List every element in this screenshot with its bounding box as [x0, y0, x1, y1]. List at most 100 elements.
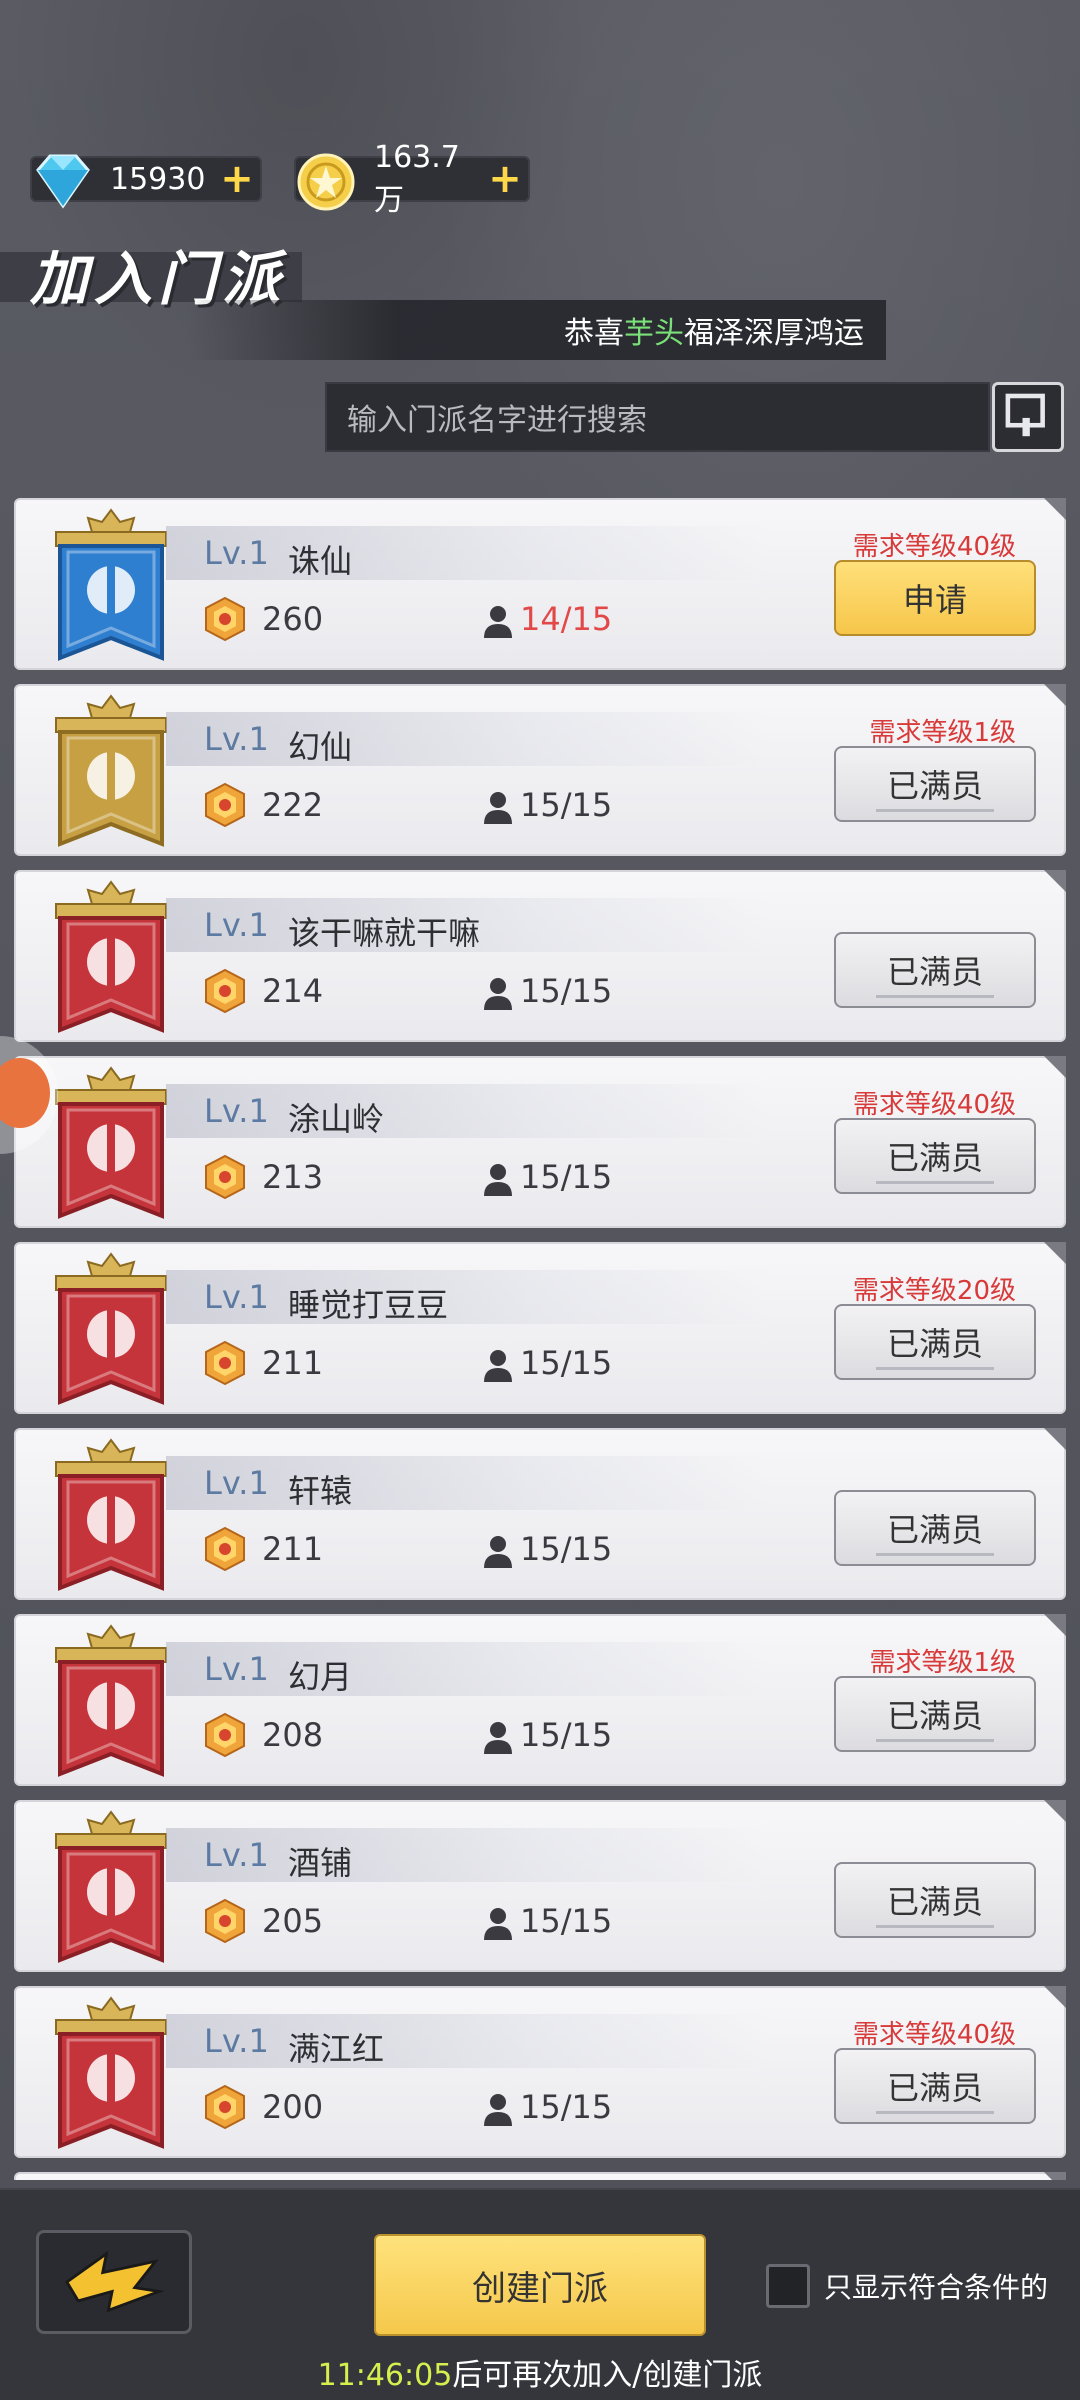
guild-name: 该干嘛就干嘛 — [288, 914, 481, 952]
guild-members: 15/15 — [520, 786, 613, 824]
guild-name: 幻月 — [288, 1658, 353, 1696]
full-button[interactable]: 已满员 — [834, 1676, 1036, 1752]
full-button[interactable]: 已满员 — [834, 1862, 1036, 1938]
diamond-pill: 15930 + — [30, 154, 262, 209]
member-icon — [484, 1164, 512, 1196]
full-button[interactable]: 已满员 — [834, 746, 1036, 822]
guild-row[interactable]: Lv.1 幻月 208 15/15 需求等级1级 已满员 — [14, 1614, 1066, 1786]
filter-checkbox[interactable] — [766, 2264, 810, 2308]
guild-level: Lv.1 — [204, 1836, 269, 1874]
full-button[interactable]: 已满员 — [834, 1304, 1036, 1380]
guild-emblem-icon — [55, 1438, 167, 1591]
power-badge-icon — [205, 1154, 245, 1200]
guild-level: Lv.1 — [204, 1278, 269, 1316]
cooldown-notice: 11:46:05后可再次加入/创建门派 — [0, 2350, 1080, 2394]
guild-emblem-icon — [55, 1996, 167, 2149]
filter-label: 只显示符合条件的 — [824, 2271, 1049, 2304]
member-icon — [484, 1722, 512, 1754]
guild-row[interactable]: Lv.1 酒铺 205 15/15 已满员 — [14, 1800, 1066, 1972]
coin-amount: 163.7万 — [374, 139, 460, 218]
full-button[interactable]: 已满员 — [834, 932, 1036, 1008]
guild-row[interactable]: Lv.1 该干嘛就干嘛 214 15/15 已满员 — [14, 870, 1066, 1042]
guild-members: 15/15 — [520, 1530, 613, 1568]
guild-emblem-icon — [55, 1810, 167, 1963]
guild-power: 211 — [262, 1344, 324, 1382]
guild-power: 205 — [262, 1902, 324, 1940]
guild-name: 满江红 — [288, 2030, 385, 2068]
power-badge-icon — [205, 1526, 245, 1572]
cooldown-time: 11:46:05 — [317, 2358, 453, 2393]
diamond-icon — [36, 154, 90, 209]
member-icon — [484, 2094, 512, 2126]
announcement-ticker: 恭喜 芋头 福泽深厚鸿运 — [186, 300, 886, 360]
guild-members: 15/15 — [520, 1344, 613, 1382]
guild-emblem-icon — [55, 880, 167, 1033]
assistant-icon — [0, 1058, 50, 1128]
back-arrow-icon — [65, 2250, 165, 2313]
back-button[interactable] — [36, 2230, 192, 2334]
member-icon — [484, 978, 512, 1010]
guild-power: 214 — [262, 972, 324, 1010]
guild-level: Lv.1 — [204, 906, 269, 944]
search-icon — [1005, 393, 1045, 437]
guild-emblem-icon — [55, 508, 167, 661]
guild-row[interactable]: Lv.1 轩辕 211 15/15 已满员 — [14, 1428, 1066, 1600]
guild-members: 15/15 — [520, 2088, 613, 2126]
guild-power: 260 — [262, 600, 324, 638]
ticker-suffix: 福泽深厚鸿运 — [684, 316, 864, 351]
guild-row[interactable]: Lv.1 诛仙 260 14/15 需求等级40级 申请 — [14, 498, 1066, 670]
guild-members: 15/15 — [520, 1716, 613, 1754]
full-button[interactable]: 已满员 — [834, 1490, 1036, 1566]
power-badge-icon — [205, 782, 245, 828]
level-requirement: 需求等级40级 — [852, 532, 1016, 562]
guild-name: 幻仙 — [288, 728, 353, 766]
guild-name: 涂山岭 — [288, 1100, 385, 1138]
guild-members: 15/15 — [520, 1902, 613, 1940]
ticker-highlight: 芋头 — [624, 316, 684, 351]
coin-plus-button[interactable]: + — [488, 159, 522, 199]
guild-members: 15/15 — [520, 972, 613, 1010]
search-input[interactable]: 输入门派名字进行搜索 — [325, 382, 990, 452]
ticker-prefix: 恭喜 — [564, 316, 624, 351]
coin-currency: 163.7万 + — [294, 140, 530, 218]
guild-row[interactable]: Lv.1 满江红 200 15/15 需求等级40级 已满员 — [14, 1986, 1066, 2158]
create-guild-button[interactable]: 创建门派 — [374, 2234, 706, 2336]
guild-emblem-icon — [55, 1624, 167, 1777]
guild-row[interactable]: Lv.1 睡觉打豆豆 211 15/15 需求等级20级 已满员 — [14, 1242, 1066, 1414]
level-requirement: 需求等级40级 — [852, 2020, 1016, 2050]
power-badge-icon — [205, 2084, 245, 2130]
guild-power: 200 — [262, 2088, 324, 2126]
power-badge-icon — [205, 968, 245, 1014]
member-icon — [484, 1908, 512, 1940]
guild-power: 213 — [262, 1158, 324, 1196]
power-badge-icon — [205, 1712, 245, 1758]
guild-level: Lv.1 — [204, 534, 269, 572]
member-icon — [484, 792, 512, 824]
coin-icon — [297, 153, 355, 211]
guild-level: Lv.1 — [204, 720, 269, 758]
guild-row[interactable]: Lv.1 涂山岭 213 15/15 需求等级40级 已满员 — [14, 1056, 1066, 1228]
diamond-currency: 15930 + — [30, 148, 262, 210]
full-button[interactable]: 已满员 — [834, 2048, 1036, 2124]
diamond-plus-button[interactable]: + — [220, 159, 254, 199]
bottom-bar: 创建门派 只显示符合条件的 11:46:05后可再次加入/创建门派 — [0, 2188, 1080, 2400]
guild-row[interactable]: Lv.1 幻仙 222 15/15 需求等级1级 已满员 — [14, 684, 1066, 856]
full-button[interactable]: 已满员 — [834, 1118, 1036, 1194]
guild-emblem-icon — [55, 1066, 167, 1219]
search-button[interactable] — [992, 382, 1064, 452]
power-badge-icon — [205, 1898, 245, 1944]
member-icon — [484, 1350, 512, 1382]
member-icon — [484, 606, 512, 638]
guild-members: 15/15 — [520, 1158, 613, 1196]
diamond-amount: 15930 — [110, 161, 206, 197]
member-icon — [484, 1536, 512, 1568]
coin-pill: 163.7万 + — [294, 140, 530, 218]
level-requirement: 需求等级1级 — [869, 718, 1016, 748]
guild-power: 211 — [262, 1530, 324, 1568]
apply-button[interactable]: 申请 — [834, 560, 1036, 636]
guild-row-partial[interactable] — [14, 2172, 1066, 2180]
guild-members: 14/15 — [520, 600, 613, 638]
guild-list[interactable]: Lv.1 诛仙 260 14/15 需求等级40级 申请 Lv.1 幻仙 222… — [14, 498, 1066, 2180]
level-requirement: 需求等级40级 — [852, 1090, 1016, 1120]
guild-power: 208 — [262, 1716, 324, 1754]
